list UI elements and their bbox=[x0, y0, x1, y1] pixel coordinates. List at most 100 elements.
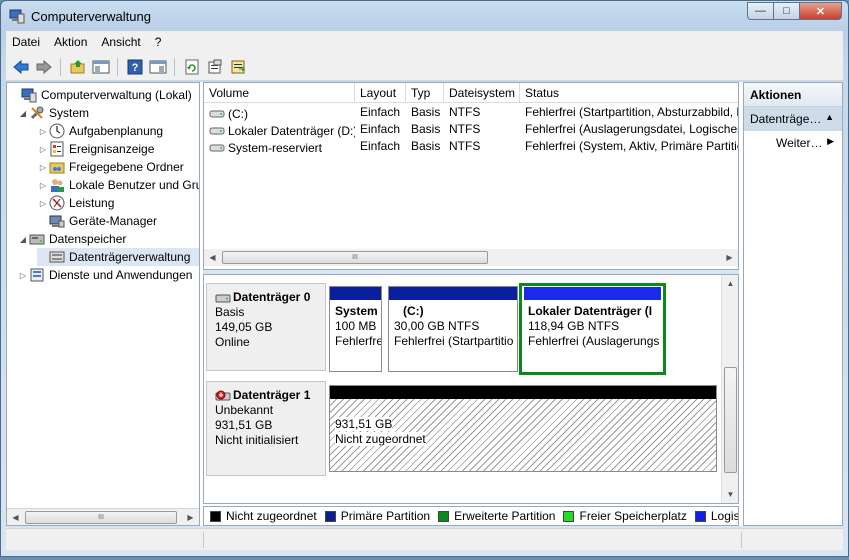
expand-icon[interactable]: ▷ bbox=[37, 181, 49, 190]
title-bar[interactable]: Computerverwaltung — □ ✕ bbox=[1, 1, 848, 31]
tree-item-freigegebene-ordner[interactable]: ▷ Freigegebene Ordner bbox=[37, 158, 184, 176]
legend-label: Erweiterte Partition bbox=[454, 509, 556, 523]
show-actions-button[interactable] bbox=[147, 56, 169, 78]
collapse-icon[interactable]: ◢ bbox=[17, 109, 29, 118]
disk-state: Online bbox=[215, 335, 250, 349]
partition-body: System 100 MB Fehlerfre bbox=[330, 300, 381, 349]
scroll-left-icon[interactable]: ◀ bbox=[7, 509, 24, 525]
expand-icon[interactable]: ▷ bbox=[37, 199, 49, 208]
services-icon bbox=[29, 267, 45, 283]
partition-system[interactable]: System 100 MB Fehlerfre bbox=[329, 286, 382, 372]
tree-item-label: Lokale Benutzer und Gruppen bbox=[69, 178, 199, 192]
disk-error-icon bbox=[215, 390, 231, 400]
menu-datei[interactable]: Datei bbox=[12, 35, 40, 49]
scroll-thumb[interactable]: III bbox=[222, 251, 488, 264]
tree-item-dienste[interactable]: ▷ Dienste und Anwendungen bbox=[17, 266, 193, 284]
close-button[interactable]: ✕ bbox=[799, 2, 842, 20]
legend-item: Erweiterte Partition bbox=[438, 509, 555, 523]
collapse-up-icon[interactable]: ▲ bbox=[825, 112, 834, 131]
export-button[interactable] bbox=[227, 56, 249, 78]
volume-name: (C:) bbox=[228, 106, 248, 121]
tree-item-label: Leistung bbox=[69, 196, 115, 210]
refresh-button[interactable] bbox=[181, 56, 203, 78]
tree-item-system[interactable]: ◢ System bbox=[17, 104, 89, 122]
tree-item-label: Datenträgerverwaltung bbox=[69, 250, 191, 264]
minimize-button[interactable]: — bbox=[747, 2, 773, 20]
properties-button[interactable] bbox=[204, 56, 226, 78]
expand-icon[interactable]: ▷ bbox=[17, 271, 29, 280]
column-header-volume[interactable]: Volume bbox=[204, 83, 355, 103]
column-header-dateisystem[interactable]: Dateisystem bbox=[444, 83, 520, 103]
disk-type: Unbekannt bbox=[215, 403, 274, 417]
table-row[interactable]: (C:) Einfach Basis NTFS Fehlerfrei (Star… bbox=[204, 105, 738, 122]
scroll-right-icon[interactable]: ▶ bbox=[721, 249, 738, 266]
disk-size: 149,05 GB bbox=[215, 320, 273, 334]
expand-icon[interactable]: ▷ bbox=[37, 163, 49, 172]
tree-item-computerverwaltung[interactable]: Computerverwaltung (Lokal) bbox=[9, 86, 192, 104]
toolbar-separator bbox=[117, 57, 118, 76]
disk-type: Basis bbox=[215, 305, 245, 319]
scroll-thumb[interactable]: III bbox=[25, 511, 177, 524]
tree-item-datenspeicher[interactable]: ◢ Datenspeicher bbox=[17, 230, 126, 248]
cell-status: Fehlerfrei (Auslagerungsdatei, Logisches bbox=[525, 122, 738, 136]
table-row[interactable]: Lokaler Datenträger (D:) Einfach Basis N… bbox=[204, 122, 738, 139]
partition-d[interactable]: Lokaler Datenträger (I 118,94 GB NTFS Fe… bbox=[519, 283, 666, 375]
menu-ansicht[interactable]: Ansicht bbox=[101, 35, 140, 49]
maximize-button[interactable]: □ bbox=[773, 2, 799, 20]
disk-0-label[interactable]: Datenträger 0 Basis 149,05 GB Online bbox=[206, 283, 326, 371]
center-pane: Volume Layout Typ Dateisystem Status (C:… bbox=[203, 82, 739, 526]
table-row[interactable]: System-reserviert Einfach Basis NTFS Feh… bbox=[204, 139, 738, 156]
expand-icon[interactable]: ▷ bbox=[37, 127, 49, 136]
scroll-thumb[interactable] bbox=[724, 367, 737, 473]
cell-layout: Einfach bbox=[360, 122, 401, 136]
menu-help[interactable]: ? bbox=[155, 35, 162, 49]
more-actions-item[interactable]: Weitere Aktionen ▶ bbox=[744, 131, 842, 155]
scroll-right-icon[interactable]: ▶ bbox=[182, 509, 199, 525]
column-header-typ[interactable]: Typ bbox=[406, 83, 444, 103]
tree-item-ereignisanzeige[interactable]: ▷ Ereignisanzeige bbox=[37, 140, 154, 158]
tree-item-label: Ereignisanzeige bbox=[69, 142, 155, 156]
tree-item-datentraegerverwaltung[interactable]: Datenträgerverwaltung bbox=[37, 248, 199, 266]
actions-header: Aktionen bbox=[744, 83, 842, 107]
tree-item-leistung[interactable]: ▷ Leistung bbox=[37, 194, 114, 212]
volume-list-header: Volume Layout Typ Dateisystem Status bbox=[204, 83, 738, 103]
scroll-up-icon[interactable]: ▲ bbox=[722, 275, 738, 292]
disk-1-label[interactable]: Datenträger 1 Unbekannt 931,51 GB Nicht … bbox=[206, 381, 326, 476]
forward-icon bbox=[36, 59, 52, 74]
tree-item-lokale-benutzer[interactable]: ▷ Lokale Benutzer und Gruppen bbox=[37, 176, 199, 194]
column-header-status[interactable]: Status bbox=[520, 83, 738, 103]
disk-state: Nicht initialisiert bbox=[215, 433, 299, 447]
scroll-down-icon[interactable]: ▼ bbox=[722, 486, 738, 503]
help-button[interactable]: ? bbox=[124, 56, 146, 78]
partition-unallocated[interactable]: 931,51 GB Nicht zugeordnet bbox=[329, 385, 717, 472]
tree-item-label: Freigegebene Ordner bbox=[69, 160, 184, 174]
tree-item-aufgabenplanung[interactable]: ▷ Aufgabenplanung bbox=[37, 122, 163, 140]
up-folder-icon bbox=[70, 59, 85, 73]
column-header-layout[interactable]: Layout bbox=[355, 83, 406, 103]
menu-aktion[interactable]: Aktion bbox=[54, 35, 87, 49]
window-title: Computerverwaltung bbox=[31, 9, 151, 24]
tree-item-geraete-manager[interactable]: Geräte-Manager bbox=[37, 212, 157, 230]
up-folder-button[interactable] bbox=[67, 56, 89, 78]
expand-icon[interactable]: ▷ bbox=[37, 145, 49, 154]
cell-typ: Basis bbox=[411, 139, 441, 153]
actions-section-disk-management[interactable]: Datenträgerverwaltung ▲ bbox=[744, 107, 842, 131]
legend-item: Nicht zugeordnet bbox=[210, 509, 317, 523]
partition-size: 100 MB bbox=[335, 319, 377, 333]
back-button[interactable] bbox=[10, 56, 32, 78]
legend-label: Logische Laufwerke bbox=[710, 509, 739, 523]
volume-list-horizontal-scrollbar[interactable]: ◀ III ▶ bbox=[204, 249, 738, 266]
partition-type-bar bbox=[330, 386, 716, 399]
show-tree-button[interactable] bbox=[90, 56, 112, 78]
computer-management-window: Computerverwaltung — □ ✕ Datei Aktion An… bbox=[0, 0, 849, 557]
tree-horizontal-scrollbar[interactable]: ◀ III ▶ bbox=[7, 508, 199, 525]
partition-c[interactable]: (C:) 30,00 GB NTFS Fehlerfrei (Startpart… bbox=[388, 286, 518, 372]
scroll-left-icon[interactable]: ◀ bbox=[204, 249, 221, 266]
tree-item-label: Datenspeicher bbox=[49, 232, 127, 246]
cell-dateisystem: NTFS bbox=[449, 139, 481, 153]
disk-graphical-view: Datenträger 0 Basis 149,05 GB Online Sys… bbox=[203, 274, 739, 504]
disk-view-vertical-scrollbar[interactable]: ▲ ▼ bbox=[721, 275, 738, 503]
forward-button[interactable] bbox=[33, 56, 55, 78]
disk-name-row: Datenträger 0 bbox=[215, 290, 325, 305]
collapse-icon[interactable]: ◢ bbox=[17, 235, 29, 244]
